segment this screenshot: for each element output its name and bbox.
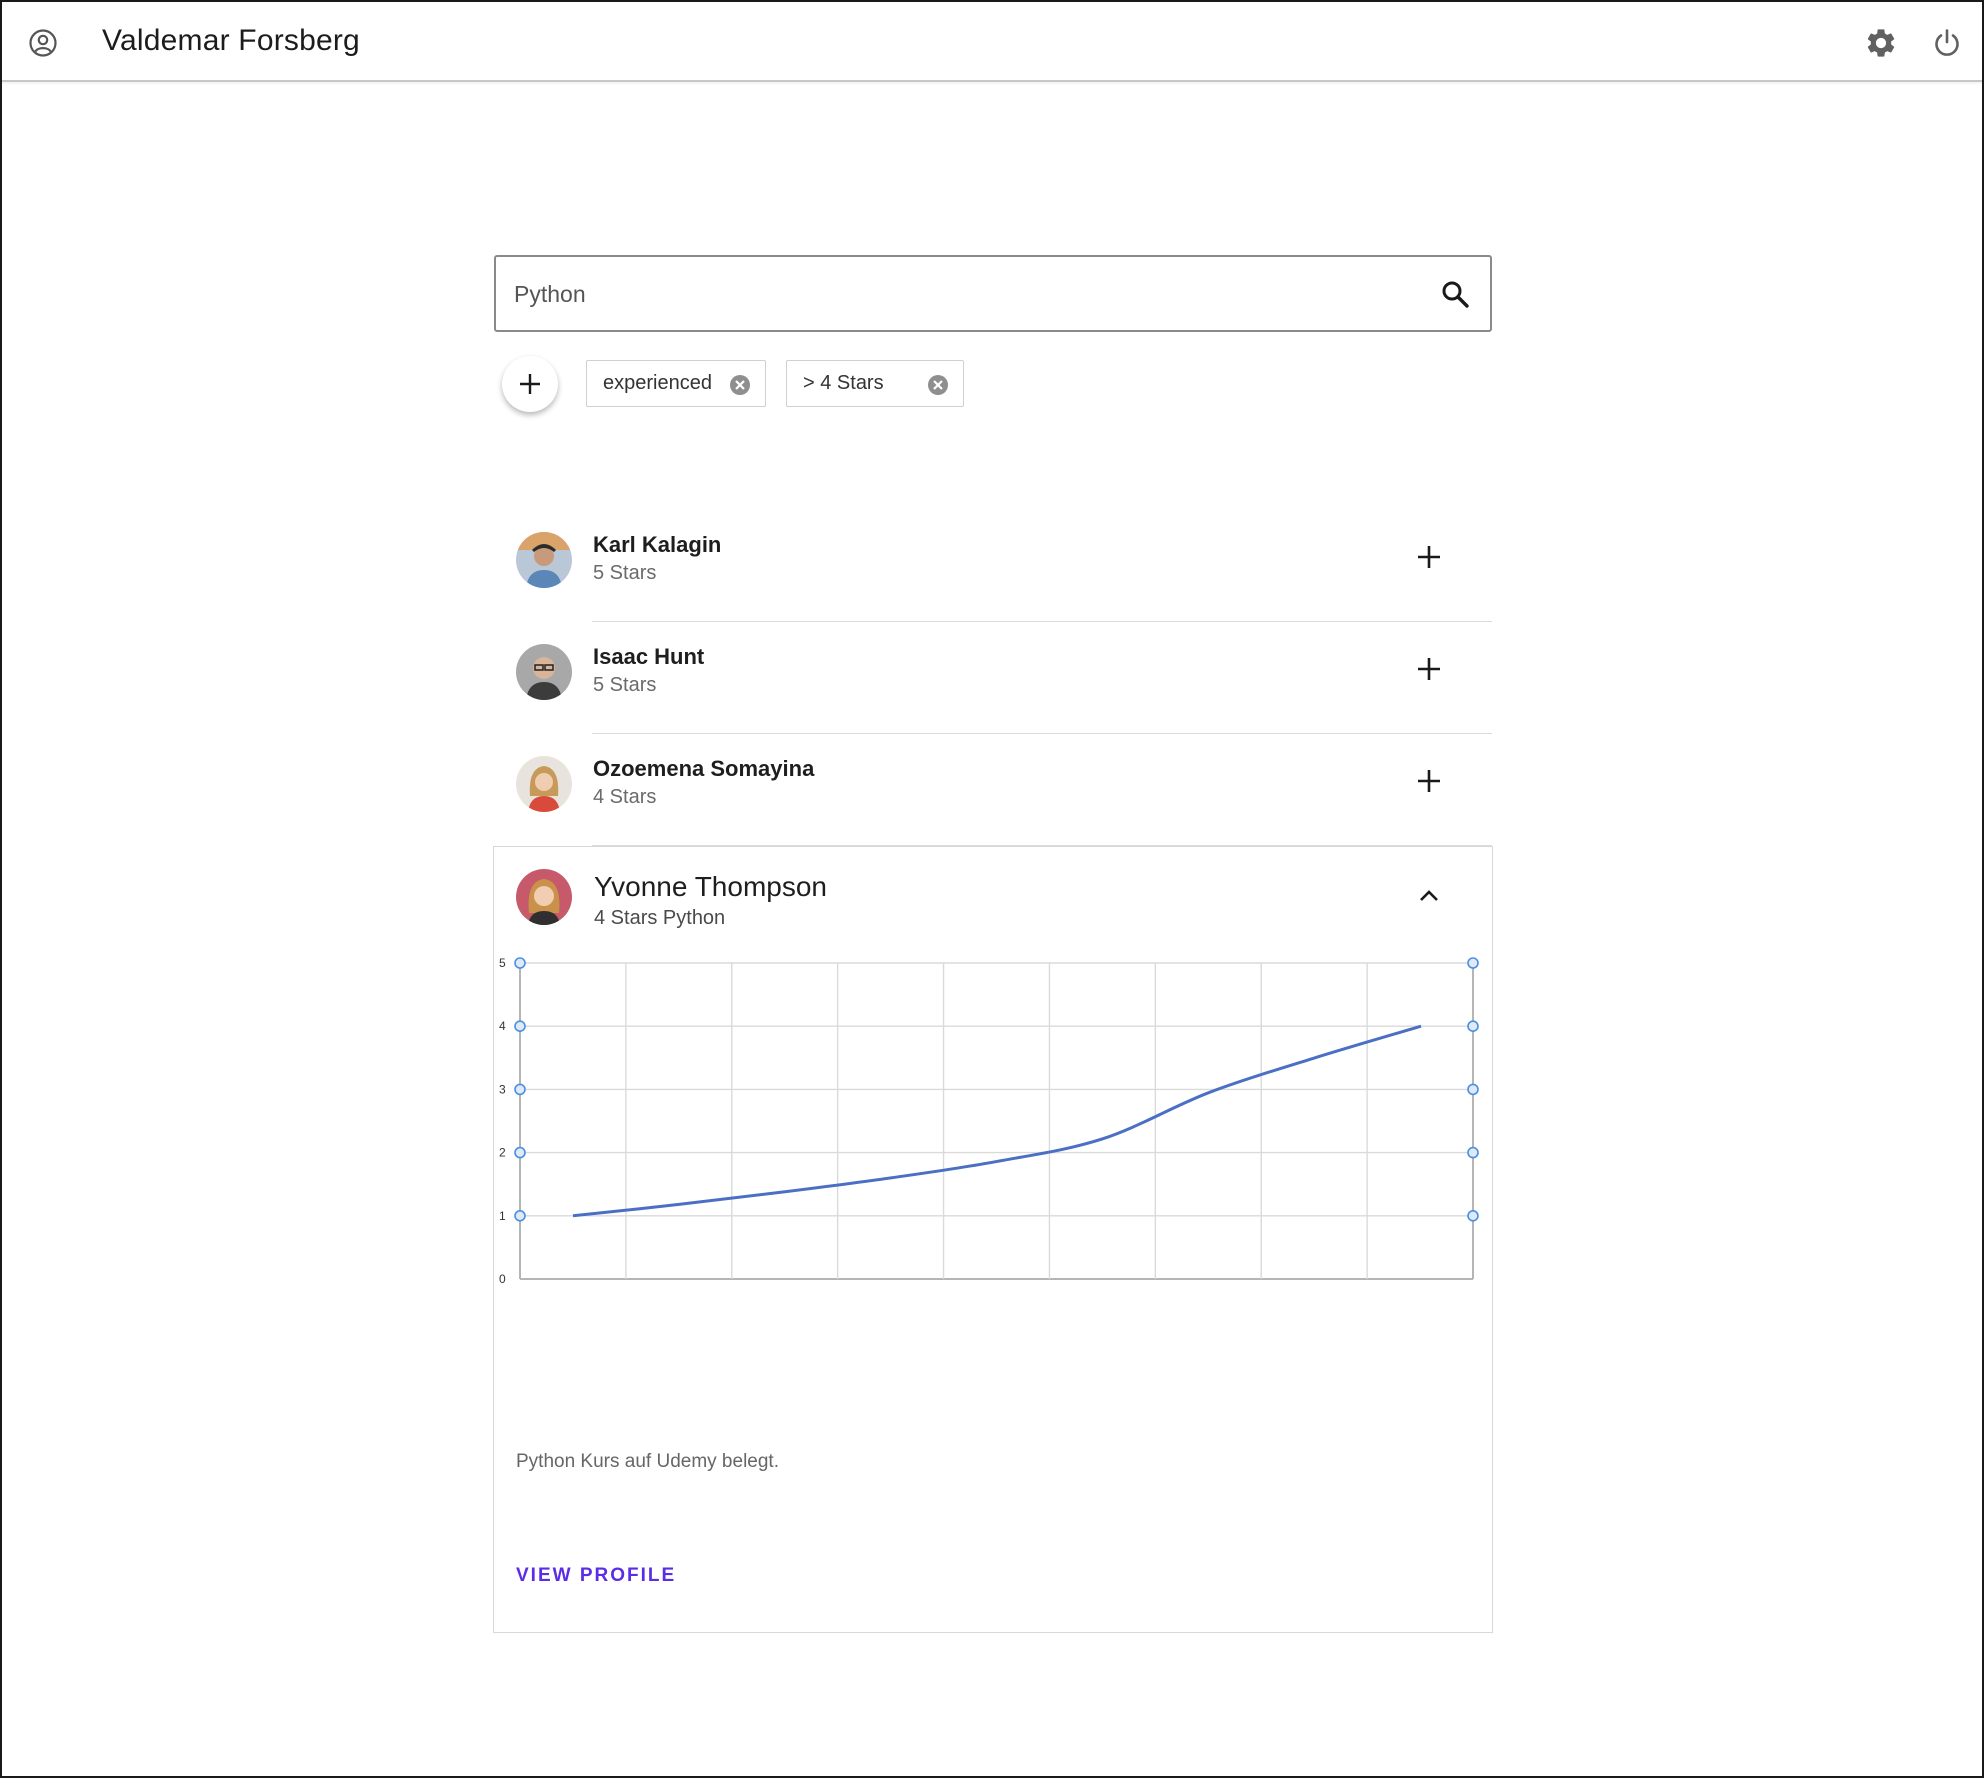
top-app-bar: Valdemar Forsberg <box>2 2 1982 82</box>
chart-handle <box>514 1209 526 1222</box>
chart-handle <box>1467 1209 1479 1222</box>
y-tick-label: 4 <box>499 1019 506 1033</box>
filter-chip-label: experienced <box>603 372 712 394</box>
remove-filter-icon[interactable] <box>927 374 949 396</box>
y-tick-label: 5 <box>499 957 506 970</box>
avatar <box>516 644 572 700</box>
skill-progress-chart: 0 1 2 3 4 5 <box>499 957 1479 1286</box>
gear-icon[interactable] <box>1864 26 1898 60</box>
account-circle-icon[interactable] <box>28 28 58 58</box>
search-input[interactable] <box>514 275 1394 313</box>
y-tick-label: 3 <box>499 1082 506 1096</box>
candidate-name: Yvonne Thompson <box>594 871 827 902</box>
add-filter-button[interactable] <box>502 356 558 412</box>
result-name: Karl Kalagin <box>593 532 722 557</box>
avatar <box>516 532 572 588</box>
filter-chip-experienced[interactable]: experienced <box>586 360 766 407</box>
chart-handle <box>1467 957 1479 969</box>
chart-handle <box>514 957 526 969</box>
chart-handle <box>1467 1020 1479 1032</box>
chart-y-ticks: 0 1 2 3 4 5 <box>499 957 506 1286</box>
power-icon[interactable] <box>1930 26 1964 60</box>
filter-chip-label: > 4 Stars <box>803 372 884 394</box>
result-row[interactable]: Ozoemena Somayina 4 Stars <box>494 734 1492 846</box>
add-candidate-icon[interactable] <box>1414 766 1444 796</box>
y-tick-label: 2 <box>499 1146 506 1160</box>
candidate-subtitle: 4 Stars Python <box>594 907 726 929</box>
result-rating: 4 Stars <box>593 786 657 808</box>
plus-icon <box>520 374 540 394</box>
avatar <box>516 869 572 925</box>
search-box <box>494 255 1492 332</box>
chart-handle <box>514 1083 526 1096</box>
user-name: Valdemar Forsberg <box>102 24 360 57</box>
expanded-candidate-card: Yvonne Thompson 4 Stars Python 0 1 2 3 4 5 Py… <box>493 846 1493 1633</box>
view-profile-button[interactable]: VIEW PROFILE <box>516 1565 676 1587</box>
chart-handle <box>514 1146 526 1159</box>
add-candidate-icon[interactable] <box>1414 654 1444 684</box>
result-rating: 5 Stars <box>593 562 657 584</box>
y-tick-label: 0 <box>499 1272 506 1286</box>
candidate-description: Python Kurs auf Udemy belegt. <box>516 1451 779 1472</box>
result-name: Isaac Hunt <box>593 644 705 669</box>
y-tick-label: 1 <box>499 1209 506 1223</box>
result-rating: 5 Stars <box>593 674 657 696</box>
remove-filter-icon[interactable] <box>729 374 751 396</box>
result-name: Ozoemena Somayina <box>593 756 815 781</box>
filter-chip-stars[interactable]: > 4 Stars <box>786 360 964 407</box>
chevron-up-icon[interactable] <box>1416 885 1442 905</box>
chart-grid <box>519 962 1474 1280</box>
chart-handle <box>1467 1083 1479 1096</box>
chart-handle <box>1467 1146 1479 1159</box>
avatar <box>516 756 572 812</box>
chart-series-line <box>572 1024 1422 1218</box>
search-icon[interactable] <box>1440 279 1470 309</box>
add-candidate-icon[interactable] <box>1414 542 1444 572</box>
result-row[interactable]: Isaac Hunt 5 Stars <box>494 622 1492 734</box>
result-row[interactable]: Karl Kalagin 5 Stars <box>494 510 1492 622</box>
chart-handle <box>514 1020 526 1032</box>
